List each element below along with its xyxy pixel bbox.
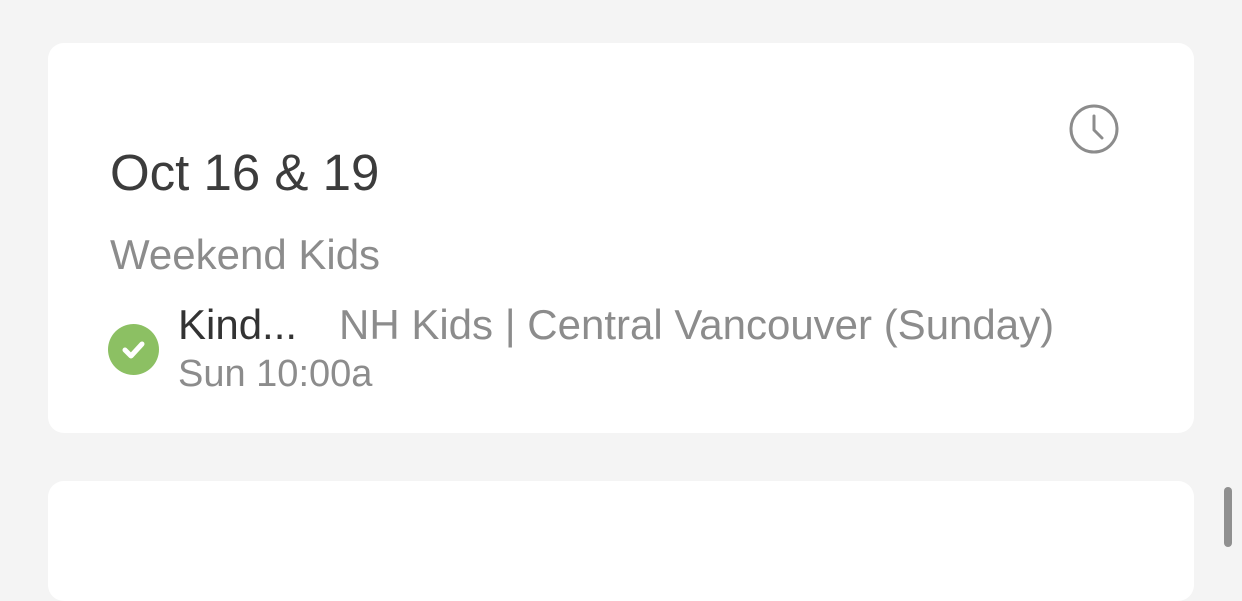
service-type-label: Weekend Kids [110,231,381,278]
assignment-team: NH Kids | Central Vancouver (Sunday) [339,301,1055,348]
plan-card[interactable]: Oct 16 & 19 Weekend Kids Kind... NH Kids… [48,43,1194,433]
clock-icon[interactable] [1068,103,1120,155]
assignment-time: Sun 10:00a [178,353,373,395]
next-plan-card[interactable] [48,481,1194,601]
check-circle-icon [108,324,159,375]
plan-dates-title: Oct 16 & 19 [110,144,380,201]
scrollbar[interactable] [1224,487,1232,547]
assignment-role: Kind... [178,301,298,348]
assignment-row[interactable]: Kind... NH Kids | Central Vancouver (Sun… [108,299,1168,409]
